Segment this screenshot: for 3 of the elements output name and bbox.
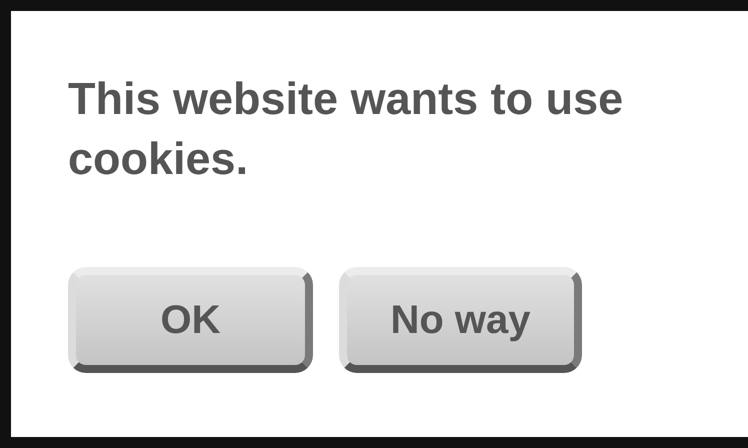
dialog-message: This website wants to use cookies.: [68, 72, 624, 186]
dialog-button[interactable]: OK: [68, 267, 313, 373]
dialog-button[interactable]: No way: [339, 267, 582, 373]
